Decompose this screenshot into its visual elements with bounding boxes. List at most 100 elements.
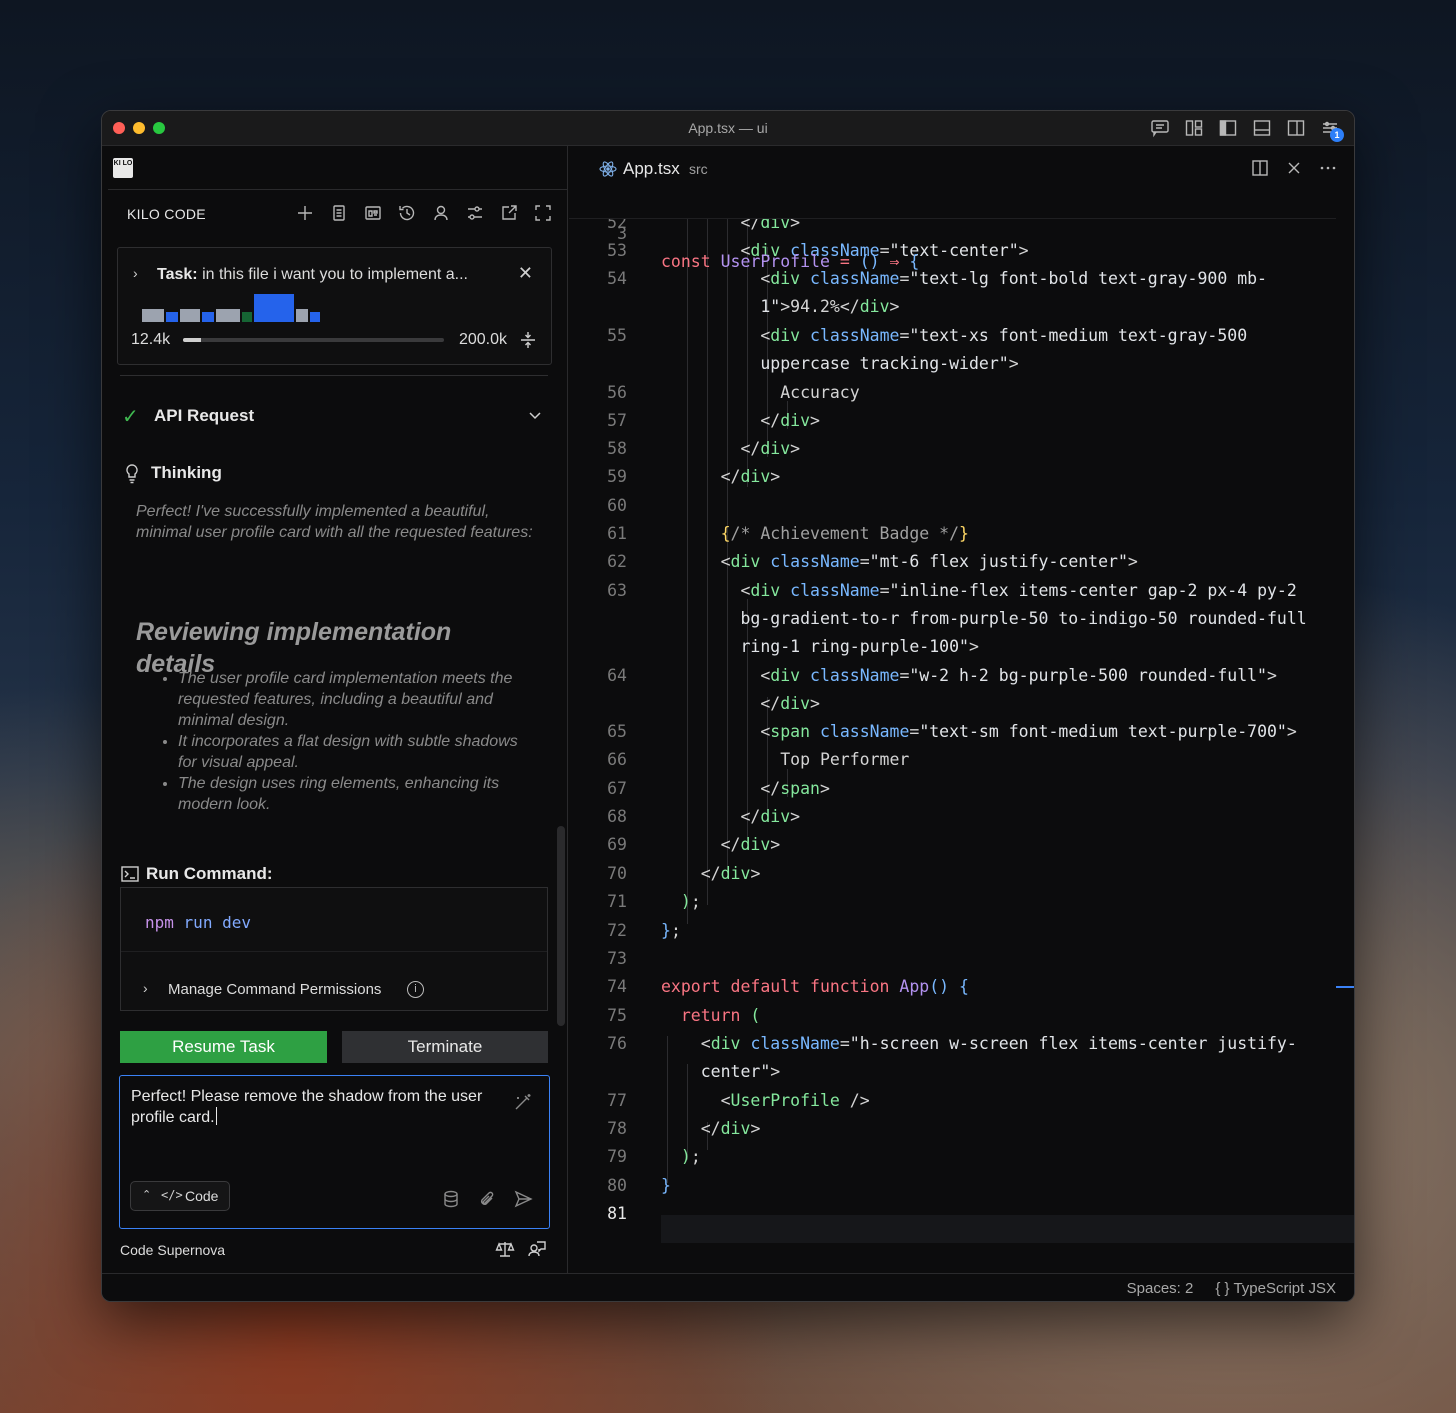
code-line: 74 export default function App() { (569, 973, 1354, 1001)
code-line: 77 <UserProfile /> (569, 1087, 1354, 1115)
feedback-icon[interactable] (527, 1239, 547, 1259)
split-editor-icon[interactable] (1250, 158, 1270, 178)
line-number: 60 (607, 496, 627, 515)
terminate-button[interactable]: Terminate (342, 1031, 548, 1063)
code-line: 68 </div> (569, 803, 1354, 831)
line-number: 71 (607, 892, 627, 911)
attach-icon[interactable] (477, 1189, 497, 1209)
settings-sliders-icon[interactable] (465, 203, 485, 223)
code-text: <div className="mt-6 flex justify-center… (720, 552, 1138, 571)
fullscreen-icon[interactable] (533, 203, 553, 223)
kilo-code-panel: KI LO KILO CODE › Task: in this file i w… (102, 146, 568, 1273)
scrollbar[interactable] (557, 826, 565, 1026)
chat-input-text[interactable]: Perfect! Please remove the shadow from t… (131, 1086, 501, 1128)
code-text: <div className="text-xs font-medium text… (760, 326, 1248, 345)
token-usage-bar (310, 312, 320, 322)
context-max: 200.0k (458, 331, 507, 348)
new-task-icon[interactable] (295, 203, 315, 223)
code-line: 57 </div> (569, 407, 1354, 435)
code-line: 52 </div> (569, 219, 1354, 237)
task-header[interactable]: › Task: in this file i want you to imple… (117, 247, 552, 365)
prompts-icon[interactable] (329, 203, 349, 223)
thinking-label: Thinking (151, 463, 222, 482)
tab-path: src (689, 161, 708, 177)
title-bar: App.tsx — ui 1 (102, 111, 1354, 146)
line-number: 59 (607, 467, 627, 486)
mode-selector[interactable]: ⌃ </> Code (130, 1181, 230, 1211)
code-line: 73 (569, 945, 1354, 973)
code-line: 63 <div className="inline-flex items-cen… (569, 577, 1354, 605)
language-mode-label: TypeScript JSX (1233, 1280, 1336, 1297)
command-args: run dev (183, 913, 251, 932)
history-icon[interactable] (397, 203, 417, 223)
model-name[interactable]: Code Supernova (120, 1242, 225, 1258)
chat-input[interactable]: Perfect! Please remove the shadow from t… (119, 1075, 550, 1229)
list-item: The design uses ring elements, enhancing… (178, 773, 540, 815)
language-mode[interactable]: { } TypeScript JSX (1215, 1280, 1336, 1297)
send-icon[interactable] (513, 1189, 533, 1209)
mcp-servers-icon[interactable] (363, 203, 383, 223)
code-area[interactable]: 52 </div> 53 <div className="text-center"… (569, 219, 1354, 1273)
code-line: 62 <div className="mt-6 flex justify-cen… (569, 548, 1354, 576)
line-number: 77 (607, 1091, 627, 1110)
code-text: </div> (760, 694, 820, 713)
toggle-panel-icon[interactable] (1252, 118, 1272, 138)
line-number: 63 (607, 581, 627, 600)
code-text: <div className="inline-flex items-center… (740, 581, 1297, 600)
layout-customize-icon[interactable] (1184, 118, 1204, 138)
info-icon[interactable]: i (407, 981, 424, 998)
more-actions-icon[interactable] (1318, 158, 1338, 178)
code-line: ring-1 ring-purple-100"> (569, 633, 1354, 661)
list-item: It incorporates a flat design with subtl… (178, 731, 540, 773)
line-number: 73 (607, 949, 627, 968)
accounts-settings-icon[interactable]: 1 (1320, 118, 1344, 142)
chevron-right-icon[interactable]: › (133, 265, 138, 281)
code-text: 1">94.2%</div> (760, 297, 900, 316)
tab-app-tsx[interactable]: App.tsx (623, 159, 680, 179)
code-line: 75 return ( (569, 1002, 1354, 1030)
code-text: Top Performer (661, 750, 910, 769)
line-number: 55 (607, 326, 627, 345)
database-icon[interactable] (441, 1189, 461, 1209)
api-request-row[interactable]: ✓ API Request (120, 404, 548, 428)
sticky-scroll-header[interactable]: 3 const UserProfile = () ⇒ { (569, 193, 1336, 271)
code-line: 72}; (569, 917, 1354, 945)
context-progress-fill (183, 338, 201, 342)
code-text: </div> (700, 1119, 761, 1138)
line-number: 61 (607, 524, 627, 543)
braces-icon: { } (1215, 1280, 1230, 1297)
code-line: 60 (569, 492, 1354, 520)
scale-icon[interactable] (495, 1239, 515, 1259)
close-icon[interactable]: ✕ (518, 263, 533, 284)
status-bar: Spaces: 2 { } TypeScript JSX (102, 1273, 1354, 1301)
open-in-editor-icon[interactable] (499, 203, 519, 223)
code-text: <UserProfile /> (720, 1091, 870, 1110)
kilo-logo: KI LO (113, 158, 133, 178)
profile-icon[interactable] (431, 203, 451, 223)
code-text: return ( (680, 1006, 761, 1025)
lightbulb-icon (122, 462, 142, 484)
code-line: 64 <div className="w-2 h-2 bg-purple-500… (569, 662, 1354, 690)
resume-task-button[interactable]: Resume Task (120, 1031, 327, 1063)
code-line: 80} (569, 1172, 1354, 1200)
indentation-status[interactable]: Spaces: 2 (1127, 1280, 1194, 1297)
code-line: </div> (569, 690, 1354, 718)
code-line: 78 </div> (569, 1115, 1354, 1143)
token-usage-bar (166, 312, 178, 322)
code-line: 76 <div className="h-screen w-screen fle… (569, 1030, 1354, 1058)
chevron-down-icon[interactable] (526, 406, 544, 424)
condense-context-icon[interactable] (518, 330, 538, 350)
toggle-secondary-sidebar-icon[interactable] (1286, 118, 1306, 138)
mode-label: Code (185, 1188, 219, 1204)
code-line: 70 </div> (569, 860, 1354, 888)
context-used: 12.4k (131, 331, 171, 348)
chat-icon[interactable] (1150, 118, 1170, 138)
chevron-right-icon[interactable]: › (143, 980, 148, 996)
code-text: ); (680, 892, 701, 911)
close-icon[interactable] (1284, 158, 1304, 178)
code-text: <div className="w-2 h-2 bg-purple-500 ro… (760, 666, 1277, 685)
enhance-prompt-icon[interactable] (513, 1092, 533, 1112)
react-icon (599, 160, 617, 178)
code-line: uppercase tracking-wider"> (569, 350, 1354, 378)
toggle-primary-sidebar-icon[interactable] (1218, 118, 1238, 138)
